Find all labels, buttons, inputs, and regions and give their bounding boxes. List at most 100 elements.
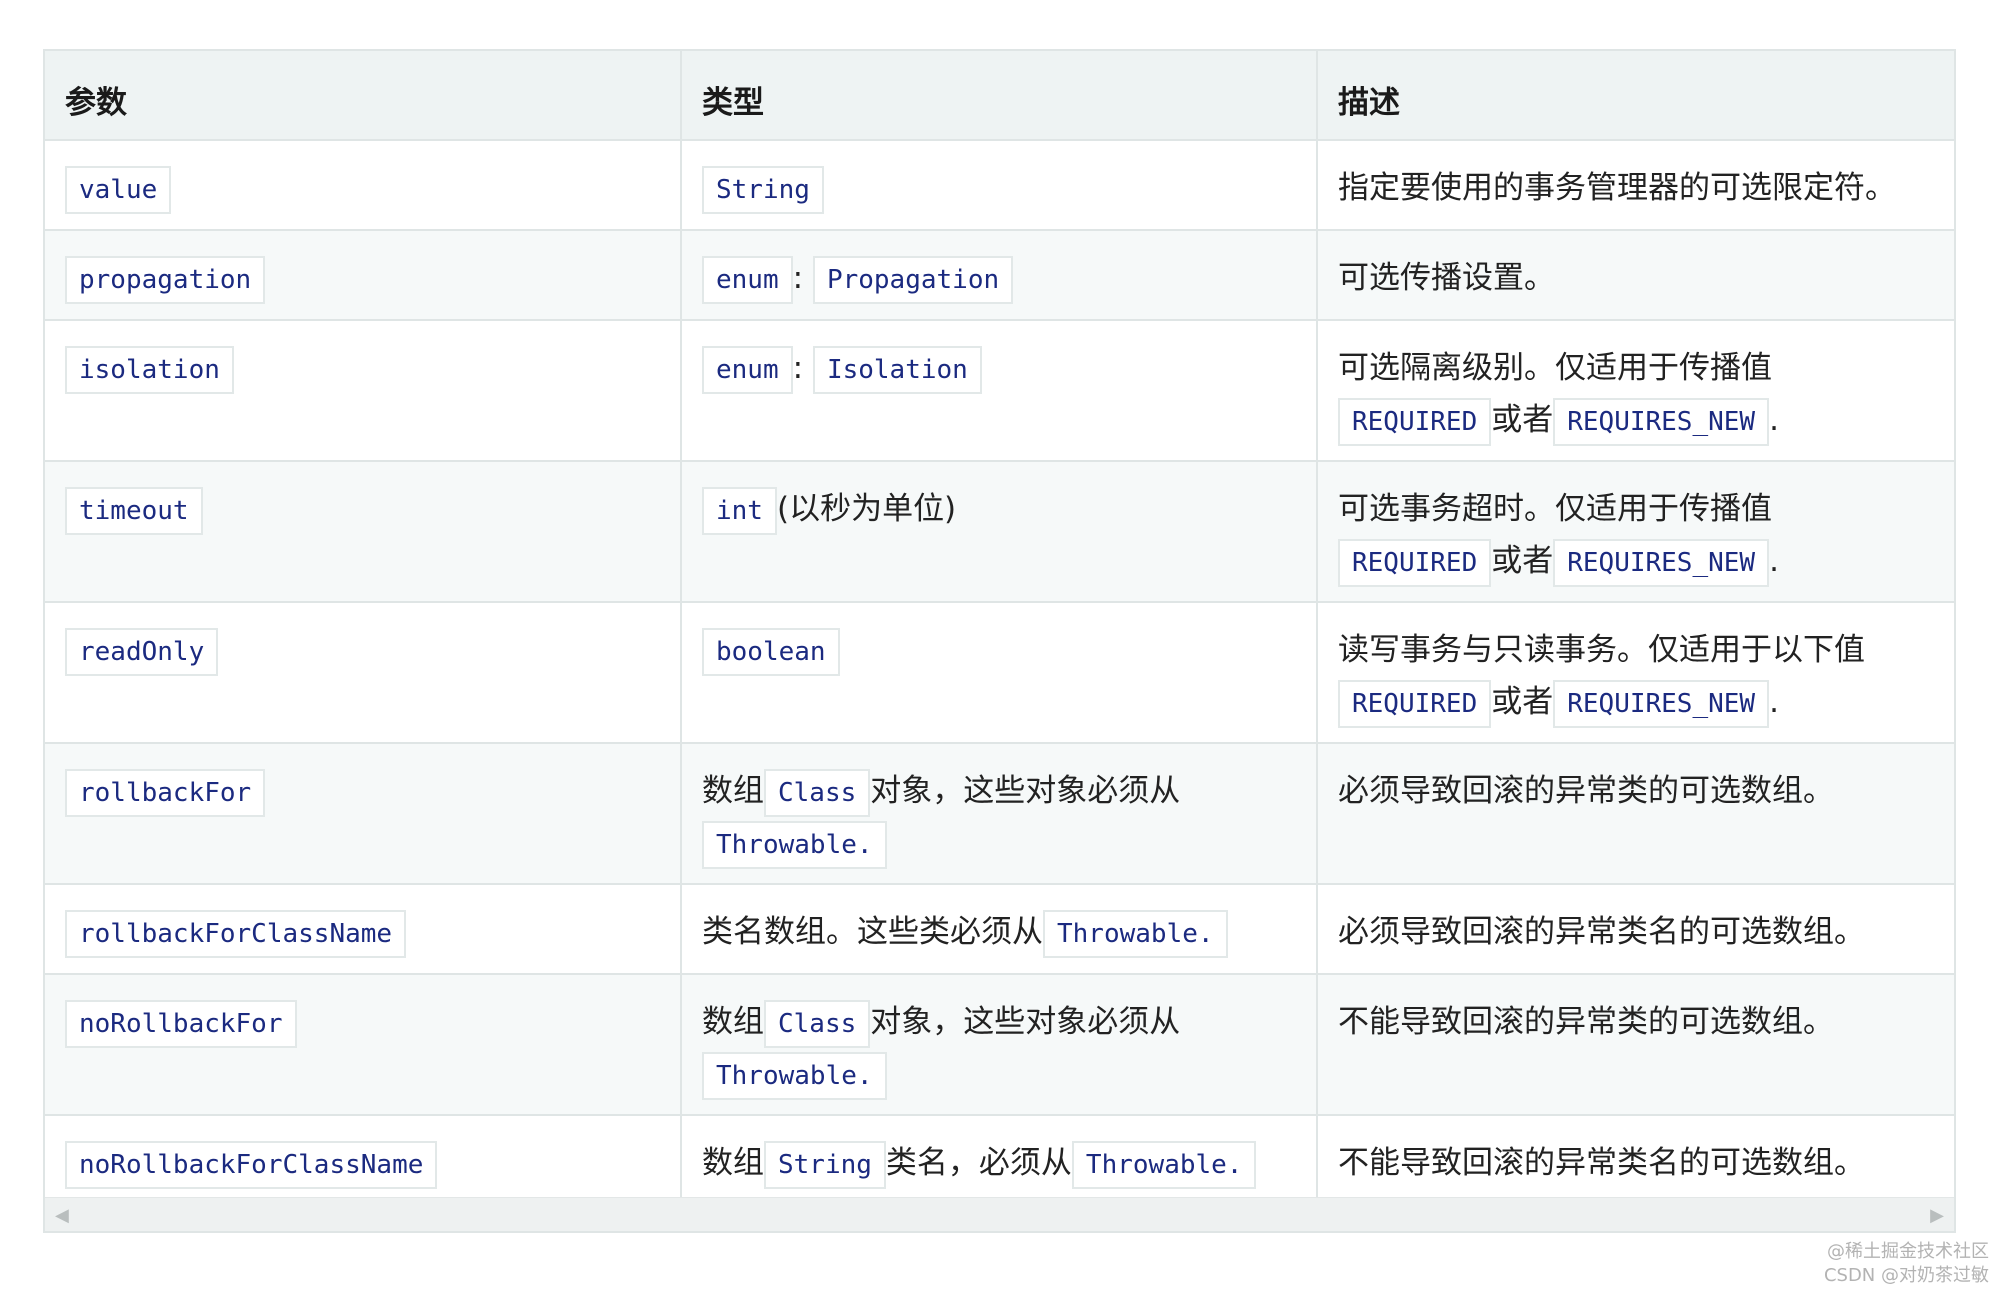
inline-code: REQUIRED: [1338, 539, 1492, 587]
param-cell: rollbackForClassName: [45, 884, 682, 975]
table-row: isolation enum: Isolation 可选隔离级别。仅适用于传播值 RE…: [45, 320, 1954, 462]
cell-text: 或者: [1491, 543, 1554, 579]
table-row: value String 指定要使用的事务管理器的可选限定符。: [45, 140, 1954, 231]
table-row: propagation enum: Propagation 可选传播设置。: [45, 230, 1954, 321]
param-name: propagation: [65, 256, 266, 304]
cell-text: :: [792, 260, 813, 296]
type-cell: 数组 Class 对象，这些对象必须从 Throwable.: [681, 974, 1318, 1116]
inline-code: REQUIRES_NEW: [1553, 680, 1770, 728]
inline-code: Throwable.: [1071, 1141, 1257, 1189]
cell-text: (以秒为单位): [776, 491, 957, 527]
cell-text: 类名数组。这些类必须从: [702, 914, 1043, 950]
param-name: readOnly: [65, 628, 219, 676]
inline-code: int: [702, 487, 777, 535]
horizontal-scrollbar[interactable]: ◀ ▶: [45, 1197, 1954, 1231]
cell-text: 可选隔离级别。仅适用于传播值: [1338, 350, 1772, 386]
inline-code: String: [764, 1141, 886, 1189]
param-cell: isolation: [45, 320, 682, 462]
type-cell: boolean: [681, 602, 1318, 744]
inline-code: REQUIRES_NEW: [1553, 398, 1770, 446]
type-cell: 数组 Class 对象，这些对象必须从 Throwable.: [681, 743, 1318, 885]
cell-text: 对象，这些对象必须从: [870, 773, 1181, 809]
type-cell: String: [681, 140, 1318, 231]
watermark: @稀土掘金技术社区 CSDN @对奶茶过敏: [1824, 1240, 1989, 1288]
header-description: 描述: [1317, 51, 1954, 141]
table-row: noRollbackForClassName 数组 String 类名，必须从 Thro…: [45, 1115, 1954, 1205]
type-cell: 数组 String 类名，必须从 Throwable.: [681, 1115, 1318, 1205]
inline-code: boolean: [702, 628, 840, 676]
param-cell: rollbackFor: [45, 743, 682, 885]
param-name: rollbackForClassName: [65, 910, 407, 958]
watermark-line-2: CSDN @对奶茶过敏: [1823, 1265, 1989, 1286]
inline-code: REQUIRES_NEW: [1553, 539, 1770, 587]
table-row: rollbackFor 数组 Class 对象，这些对象必须从 Throwable. 必须…: [45, 743, 1954, 885]
header-param: 参数: [45, 51, 682, 141]
inline-code: enum: [702, 346, 793, 394]
inline-code: String: [702, 166, 824, 214]
param-name: noRollbackForClassName: [65, 1141, 438, 1189]
cell-text: 读写事务与只读事务。仅适用于以下值: [1338, 632, 1865, 668]
table-row: noRollbackFor 数组 Class 对象，这些对象必须从 Throwable.…: [45, 974, 1954, 1116]
param-name: noRollbackFor: [65, 1000, 297, 1048]
cell-text: .: [1769, 684, 1779, 720]
table-row: timeout int (以秒为单位) 可选事务超时。仅适用于传播值 REQUIRED 或…: [45, 461, 1954, 603]
param-name: isolation: [65, 346, 234, 394]
cell-text: 可选传播设置。: [1338, 260, 1555, 296]
table-header-row: 参数 类型 描述: [45, 51, 1954, 141]
cell-text: 必须导致回滚的异常类的可选数组。: [1338, 773, 1834, 809]
cell-text: .: [1769, 402, 1779, 438]
inline-code: Class: [764, 1000, 871, 1048]
param-cell: readOnly: [45, 602, 682, 744]
cell-text: 数组: [702, 773, 764, 809]
description-cell: 读写事务与只读事务。仅适用于以下值 REQUIRED 或者 REQUIRES_NEW.: [1317, 602, 1954, 744]
cell-text: :: [792, 350, 813, 386]
table-row: rollbackForClassName 类名数组。这些类必须从 Throwable…: [45, 884, 1954, 975]
param-name: rollbackFor: [65, 769, 266, 817]
type-cell: int (以秒为单位): [681, 461, 1318, 603]
inline-code: Throwable.: [702, 821, 887, 869]
description-cell: 必须导致回滚的异常类的可选数组。: [1317, 743, 1954, 885]
cell-text: 不能导致回滚的异常类名的可选数组。: [1338, 1145, 1865, 1181]
description-cell: 可选传播设置。: [1317, 230, 1954, 321]
inline-code: Class: [764, 769, 871, 817]
description-cell: 可选事务超时。仅适用于传播值 REQUIRED 或者 REQUIRES_NEW.: [1317, 461, 1954, 603]
inline-code: Throwable.: [702, 1052, 887, 1100]
parameters-table: 参数 类型 描述 value String 指定要使用的事务管理器的可选限定符。 pr…: [45, 51, 1954, 1205]
description-cell: 不能导致回滚的异常类的可选数组。: [1317, 974, 1954, 1116]
cell-text: 不能导致回滚的异常类的可选数组。: [1338, 1004, 1834, 1040]
cell-text: 必须导致回滚的异常类名的可选数组。: [1338, 914, 1865, 950]
watermark-line-1: @稀土掘金技术社区: [1827, 1241, 1989, 1262]
scroll-right-icon[interactable]: ▶: [1930, 1205, 1944, 1226]
cell-text: 对象，这些对象必须从: [870, 1004, 1181, 1040]
inline-code: Throwable.: [1043, 910, 1228, 958]
cell-text: 数组: [702, 1145, 764, 1181]
cell-text: 或者: [1491, 684, 1554, 720]
inline-code: enum: [702, 256, 793, 304]
type-cell: enum: Propagation: [681, 230, 1318, 321]
inline-code: REQUIRED: [1338, 398, 1492, 446]
param-cell: propagation: [45, 230, 682, 321]
description-cell: 不能导致回滚的异常类名的可选数组。: [1317, 1115, 1954, 1205]
param-cell: timeout: [45, 461, 682, 603]
param-cell: noRollbackForClassName: [45, 1115, 682, 1205]
param-name: timeout: [65, 487, 203, 535]
description-cell: 指定要使用的事务管理器的可选限定符。: [1317, 140, 1954, 231]
cell-text: 类名，必须从: [885, 1145, 1072, 1181]
param-cell: noRollbackFor: [45, 974, 682, 1116]
inline-code: Isolation: [812, 346, 982, 394]
table-body: value String 指定要使用的事务管理器的可选限定符。 propagation…: [45, 140, 1954, 1205]
table-row: readOnly boolean 读写事务与只读事务。仅适用于以下值 REQUIRED…: [45, 602, 1954, 744]
cell-text: 可选事务超时。仅适用于传播值: [1338, 491, 1772, 527]
param-name: value: [65, 166, 172, 214]
param-cell: value: [45, 140, 682, 231]
type-cell: enum: Isolation: [681, 320, 1318, 462]
description-cell: 可选隔离级别。仅适用于传播值 REQUIRED 或者 REQUIRES_NEW.: [1317, 320, 1954, 462]
header-type: 类型: [681, 51, 1318, 141]
cell-text: 或者: [1491, 402, 1554, 438]
inline-code: REQUIRED: [1338, 680, 1492, 728]
cell-text: 指定要使用的事务管理器的可选限定符。: [1338, 170, 1896, 206]
cell-text: 数组: [702, 1004, 764, 1040]
scroll-left-icon[interactable]: ◀: [55, 1205, 69, 1226]
parameters-table-container: 参数 类型 描述 value String 指定要使用的事务管理器的可选限定符。 pr…: [43, 49, 1956, 1233]
type-cell: 类名数组。这些类必须从 Throwable.: [681, 884, 1318, 975]
